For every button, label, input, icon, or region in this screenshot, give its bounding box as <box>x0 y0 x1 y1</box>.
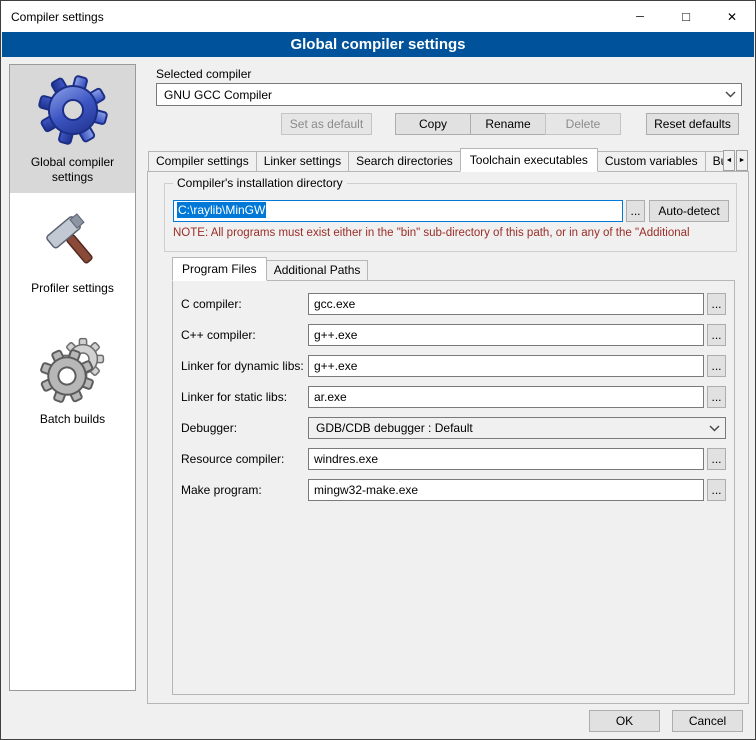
arrow-right-icon: ► <box>739 157 746 164</box>
sidebar-item-profiler-settings[interactable]: Profiler settings <box>10 203 135 304</box>
subtab-program-files[interactable]: Program Files <box>172 257 267 281</box>
gear-icon <box>36 73 110 147</box>
browse-button[interactable]: ... <box>707 355 726 377</box>
field-row-linker-dynamic: Linker for dynamic libs: ... <box>181 355 726 377</box>
sidebar-item-label: Profiler settings <box>31 281 114 296</box>
debugger-select-value: GDB/CDB debugger : Default <box>316 421 709 435</box>
compiler-select-value: GNU GCC Compiler <box>164 88 725 102</box>
browse-directory-button[interactable]: ... <box>626 200 645 222</box>
browse-button[interactable]: ... <box>707 293 726 315</box>
tab-build-options[interactable]: Buil <box>705 151 724 172</box>
tab-toolchain-executables[interactable]: Toolchain executables <box>460 148 598 172</box>
batch-builds-gears-icon <box>38 334 108 404</box>
window-title: Compiler settings <box>11 10 104 24</box>
installation-directory-value: C:\raylib\MinGW <box>177 202 266 218</box>
subtab-additional-paths[interactable]: Additional Paths <box>266 260 369 281</box>
browse-button[interactable]: ... <box>707 479 726 501</box>
auto-detect-button[interactable]: Auto-detect <box>649 200 729 222</box>
browse-button[interactable]: ... <box>707 386 726 408</box>
title-bar[interactable]: Compiler settings ─ □ ✕ <box>1 1 755 32</box>
close-icon: ✕ <box>727 10 737 24</box>
tab-scroll-right-button[interactable]: ► <box>736 150 748 171</box>
sidebar-item-label: Batch builds <box>40 412 105 427</box>
chevron-down-icon <box>709 425 720 432</box>
browse-button[interactable]: ... <box>707 324 726 346</box>
note-text: NOTE: All programs must exist either in … <box>173 227 731 239</box>
field-row-debugger: Debugger: GDB/CDB debugger : Default <box>181 417 726 439</box>
field-label: Resource compiler: <box>181 452 308 466</box>
reset-defaults-button[interactable]: Reset defaults <box>646 113 739 135</box>
compiler-settings-dialog: Compiler settings ─ □ ✕ Global compiler … <box>0 0 756 740</box>
toolchain-executables-panel: Compiler's installation directory C:\ray… <box>147 171 749 704</box>
maximize-button[interactable]: □ <box>663 1 709 32</box>
cpp-compiler-input[interactable] <box>308 324 704 346</box>
rename-button[interactable]: Rename <box>470 113 546 135</box>
tab-scroll-buttons: ◄ ► <box>723 150 749 171</box>
tab-search-directories[interactable]: Search directories <box>348 151 461 172</box>
tab-linker-settings[interactable]: Linker settings <box>256 151 349 172</box>
linker-static-input[interactable] <box>308 386 704 408</box>
field-row-linker-static: Linker for static libs: ... <box>181 386 726 408</box>
field-row-resource-compiler: Resource compiler: ... <box>181 448 726 470</box>
installation-directory-group-title: Compiler's installation directory <box>173 176 347 190</box>
tab-scroll-left-button[interactable]: ◄ <box>723 150 735 171</box>
close-button[interactable]: ✕ <box>709 1 755 32</box>
field-label: Make program: <box>181 483 308 497</box>
field-row-c-compiler: C compiler: ... <box>181 293 726 315</box>
set-as-default-button[interactable]: Set as default <box>281 113 372 135</box>
chevron-down-icon <box>725 91 736 98</box>
field-label: Debugger: <box>181 421 308 435</box>
resource-compiler-input[interactable] <box>308 448 704 470</box>
delete-button[interactable]: Delete <box>545 113 621 135</box>
sidebar-item-label: Global compiler settings <box>14 155 131 185</box>
browse-button[interactable]: ... <box>707 448 726 470</box>
selected-compiler-label: Selected compiler <box>156 67 251 81</box>
page-title: Global compiler settings <box>2 32 754 57</box>
field-row-cpp-compiler: C++ compiler: ... <box>181 324 726 346</box>
minimize-icon: ─ <box>636 11 644 23</box>
sidebar-item-global-compiler-settings[interactable]: Global compiler settings <box>10 65 135 193</box>
field-label: Linker for dynamic libs: <box>181 359 308 373</box>
settings-tabs: Compiler settings Linker settings Search… <box>148 148 724 172</box>
installation-directory-input[interactable]: C:\raylib\MinGW <box>173 200 623 222</box>
profiler-hammer-icon <box>42 211 104 273</box>
sidebar-item-batch-builds[interactable]: Batch builds <box>10 326 135 435</box>
field-label: C++ compiler: <box>181 328 308 342</box>
ok-button[interactable]: OK <box>589 710 660 732</box>
settings-category-list: Global compiler settings Profiler settin… <box>9 64 136 691</box>
arrow-left-icon: ◄ <box>726 157 733 164</box>
linker-dynamic-input[interactable] <box>308 355 704 377</box>
installation-directory-group: Compiler's installation directory C:\ray… <box>164 183 737 252</box>
tab-custom-variables[interactable]: Custom variables <box>597 151 706 172</box>
program-files-tabs: Program Files Additional Paths <box>172 257 367 281</box>
field-label: Linker for static libs: <box>181 390 308 404</box>
copy-button[interactable]: Copy <box>395 113 471 135</box>
field-row-make-program: Make program: ... <box>181 479 726 501</box>
debugger-select[interactable]: GDB/CDB debugger : Default <box>308 417 726 439</box>
c-compiler-input[interactable] <box>308 293 704 315</box>
minimize-button[interactable]: ─ <box>617 1 663 32</box>
window-controls: ─ □ ✕ <box>617 1 755 32</box>
cancel-button[interactable]: Cancel <box>672 710 743 732</box>
make-program-input[interactable] <box>308 479 704 501</box>
program-files-panel: C compiler: ... C++ compiler: ... Linker… <box>172 280 735 695</box>
field-label: C compiler: <box>181 297 308 311</box>
compiler-select[interactable]: GNU GCC Compiler <box>156 83 742 106</box>
tab-compiler-settings[interactable]: Compiler settings <box>148 151 257 172</box>
maximize-icon: □ <box>682 9 690 24</box>
